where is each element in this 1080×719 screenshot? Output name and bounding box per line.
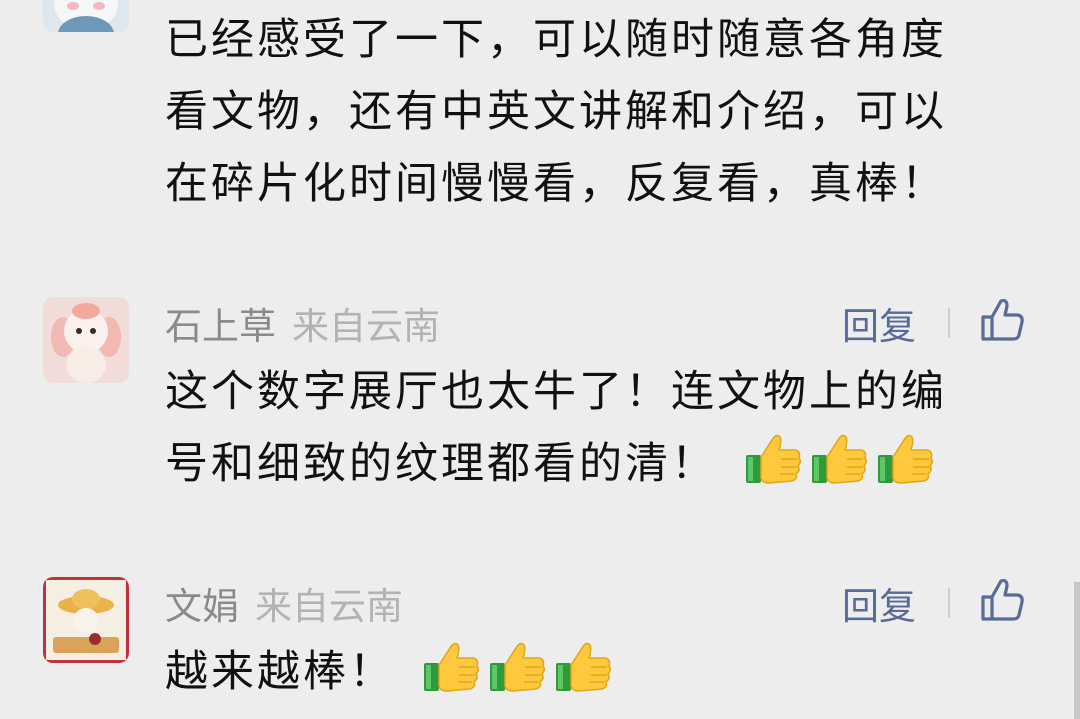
- avatar-bunny-hat-image: [43, 577, 129, 663]
- like-button-icon[interactable]: [978, 296, 1026, 344]
- thumbs-up-icon: [553, 636, 613, 696]
- author-name[interactable]: 文娟: [165, 585, 239, 628]
- avatar[interactable]: [43, 0, 129, 32]
- location-label: 来自云南: [255, 585, 403, 628]
- comment-list: 已经感受了一下，可以随时随意各角度 看文物，还有中英文讲解和介绍，可以 在碎片化…: [0, 0, 1080, 719]
- thumbs-up-icon: [421, 636, 481, 696]
- thumbs-up-icon: [875, 428, 935, 488]
- author-name[interactable]: 石上草: [165, 305, 276, 348]
- reply-button[interactable]: 回复: [842, 576, 916, 630]
- like-button-icon[interactable]: [978, 576, 1026, 624]
- avatar[interactable]: [43, 297, 129, 383]
- avatar[interactable]: [43, 577, 129, 663]
- divider: [948, 308, 950, 338]
- thumbs-up-icon: [487, 636, 547, 696]
- comment-meta: 石上草 来自云南: [165, 296, 440, 348]
- reply-button[interactable]: 回复: [842, 296, 916, 350]
- comment-text: 越来越棒！: [165, 636, 1045, 708]
- comment-text: 已经感受了一下，可以随时随意各角度 看文物，还有中英文讲解和介绍，可以 在碎片化…: [165, 15, 947, 209]
- location-label: 来自云南: [292, 305, 440, 348]
- comment-text: 这个数字展厅也太牛了！连文物上的编 号和细致的纹理都看的清！: [165, 367, 947, 489]
- thumbs-up-icon: [743, 428, 803, 488]
- comment-meta: 文娟 来自云南: [165, 576, 403, 628]
- avatar-bunny-image: [43, 0, 129, 32]
- avatar-bunny-image: [43, 297, 129, 383]
- thumbs-up-icon: [809, 428, 869, 488]
- divider: [948, 588, 950, 618]
- scrollbar[interactable]: [1074, 582, 1080, 719]
